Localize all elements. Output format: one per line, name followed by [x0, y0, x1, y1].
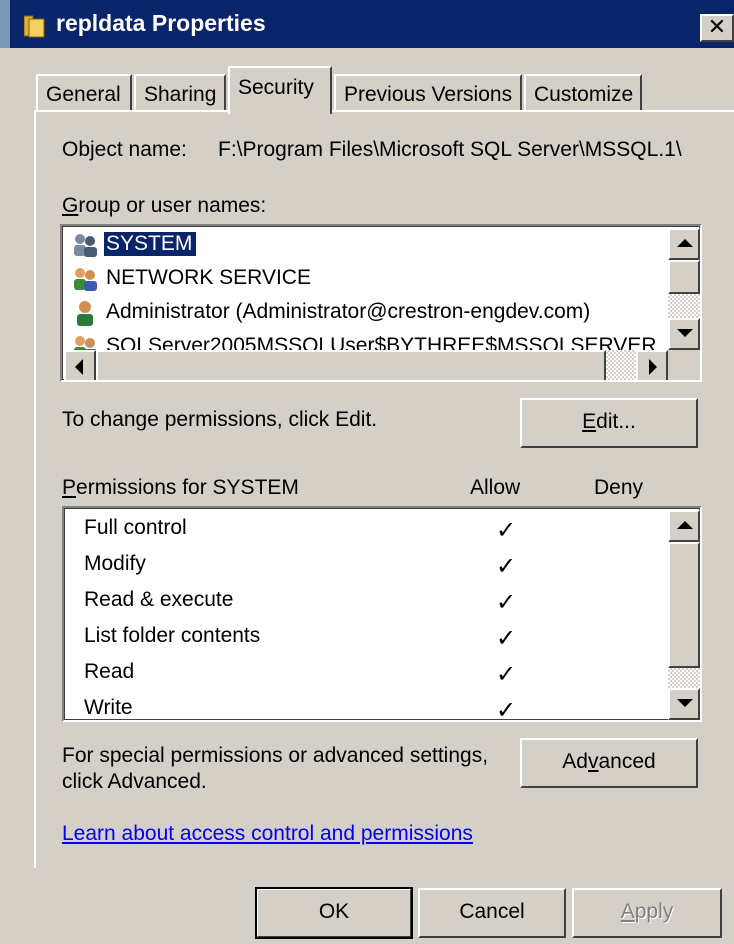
scroll-left-button[interactable] — [64, 350, 96, 380]
edit-button[interactable]: Edit... — [520, 398, 698, 448]
group-user-list[interactable]: SYSTEM NETWORK SERVICE Administrator (Ad… — [60, 224, 702, 382]
arrow-up-icon — [677, 239, 693, 247]
allow-check-icon: ✓ — [496, 517, 517, 544]
learn-access-control-link[interactable]: Learn about access control and permissio… — [62, 822, 473, 846]
advanced-button[interactable]: Advanced — [520, 738, 698, 788]
scroll-up-button[interactable] — [668, 228, 700, 260]
tab-security[interactable]: Security — [228, 66, 332, 114]
arrow-down-icon — [677, 699, 693, 707]
users-group-icon — [74, 268, 97, 291]
permissions-vscroll-thumb[interactable] — [668, 542, 700, 668]
folder-icon — [24, 15, 45, 38]
permission-row-full-control: Full control — [84, 516, 187, 539]
list-item-administrator[interactable]: Administrator (Administrator@crestron-en… — [68, 296, 668, 330]
scroll-down-button[interactable] — [668, 318, 700, 350]
title-bar[interactable]: repldata Properties — [0, 0, 734, 48]
arrow-down-icon — [677, 329, 693, 337]
allow-check-icon: ✓ — [496, 661, 517, 688]
change-permissions-text: To change permissions, click Edit. — [62, 408, 378, 431]
list-item-network-service[interactable]: NETWORK SERVICE — [68, 262, 668, 296]
arrow-right-icon — [649, 359, 657, 375]
arrow-left-icon — [75, 359, 83, 375]
permission-row-modify: Modify — [84, 552, 146, 575]
allow-check-icon: ✓ — [496, 553, 517, 580]
tab-previous-versions[interactable]: Previous Versions — [334, 74, 522, 112]
special-permissions-text-1: For special permissions or advanced sett… — [62, 744, 489, 767]
allow-check-icon: ✓ — [496, 589, 517, 616]
allow-check-icon: ✓ — [496, 697, 517, 722]
permissions-list[interactable]: Full control ✓ Modify ✓ Read & execute ✓… — [62, 506, 702, 722]
user-icon — [77, 301, 93, 326]
arrow-up-icon — [677, 521, 693, 529]
ok-button[interactable]: OK — [255, 887, 413, 939]
close-button[interactable]: ✕ — [700, 14, 734, 42]
cancel-button[interactable]: Cancel — [418, 888, 566, 938]
scroll-down-button[interactable] — [668, 688, 700, 720]
apply-button[interactable]: Apply — [572, 888, 722, 938]
window-title: repldata Properties — [56, 10, 266, 36]
object-name-value: F:\Program Files\Microsoft SQL Server\MS… — [218, 138, 682, 161]
tab-general[interactable]: General — [36, 74, 132, 112]
group-list-hscroll-thumb[interactable] — [96, 350, 606, 380]
permission-row-list-folder-contents: List folder contents — [84, 624, 261, 647]
group-user-names-label: Group or user names: — [62, 194, 267, 217]
allow-column-header: Allow — [470, 476, 521, 499]
permissions-label: Permissions for SYSTEM — [62, 476, 299, 499]
list-item-system[interactable]: SYSTEM — [68, 228, 668, 262]
special-permissions-text-2: click Advanced. — [62, 770, 207, 793]
deny-column-header: Deny — [594, 476, 644, 499]
permission-row-read: Read — [84, 660, 135, 683]
permission-row-read-execute: Read & execute — [84, 588, 234, 611]
object-name-label: Object name: — [62, 138, 187, 161]
permission-row-write: Write — [84, 696, 133, 719]
tab-sharing[interactable]: Sharing — [134, 74, 226, 112]
tab-customize[interactable]: Customize — [524, 74, 642, 112]
allow-check-icon: ✓ — [496, 625, 517, 652]
group-list-vscroll-thumb[interactable] — [668, 260, 700, 294]
scroll-corner — [668, 350, 700, 380]
scroll-up-button[interactable] — [668, 510, 700, 542]
users-group-icon — [74, 234, 97, 257]
scroll-right-button[interactable] — [636, 350, 668, 380]
